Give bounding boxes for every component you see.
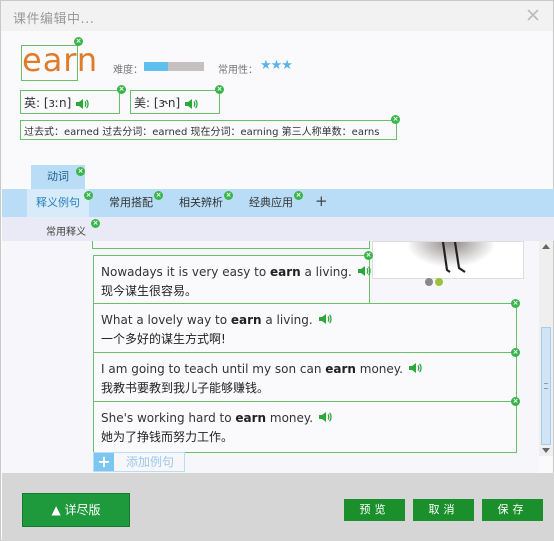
scroll-down-icon[interactable] — [542, 448, 550, 453]
example-item[interactable]: Nowadays it is very easy to earn a livin… — [93, 255, 371, 307]
image-pager[interactable] — [425, 276, 445, 289]
preview-button[interactable]: 预览 — [344, 499, 405, 521]
example-english: Nowadays it is very easy to earn a livin… — [101, 263, 371, 279]
remove-tab-icon[interactable]: × — [84, 191, 93, 200]
tab-common-meaning[interactable]: 常用释义 — [46, 223, 86, 238]
remove-example-icon[interactable]: × — [364, 251, 373, 260]
example-english: She's working hard to earn money. — [101, 409, 509, 425]
plus-icon: + — [94, 453, 114, 471]
dialog-footer: ▲ 详尽版 预览 取消 保存 — [2, 473, 554, 541]
remove-tab-icon[interactable]: × — [224, 191, 233, 200]
vertical-scrollbar[interactable] — [539, 241, 553, 456]
pager-dot-active[interactable] — [435, 278, 443, 286]
add-example-label: 添加例句 — [126, 455, 175, 469]
example-chinese: 一个多好的谋生方式啊! — [101, 332, 226, 346]
remove-subtab-icon[interactable]: × — [91, 219, 100, 228]
cancel-button[interactable]: 取消 — [413, 499, 474, 521]
speaker-icon[interactable] — [317, 409, 333, 425]
example-chinese: 她为了挣钱而努力工作。 — [101, 430, 234, 444]
remove-forms-icon[interactable]: × — [391, 115, 400, 124]
save-button[interactable]: 保存 — [482, 499, 543, 521]
tab-comparisons[interactable]: 相关辨析 — [179, 189, 223, 217]
uk-phonetic-box[interactable]: 英: [ɜːn] — [20, 90, 120, 114]
remove-us-phonetic-icon[interactable]: × — [215, 85, 224, 94]
editor-dialog: 课件编辑中... earn × 难度： 常用性： ★★★ 英: [ɜːn] × … — [0, 0, 554, 541]
pager-dot[interactable] — [425, 278, 433, 286]
difficulty-label: 难度： — [113, 65, 143, 76]
difficulty-fill — [144, 62, 168, 71]
us-phonetic-box[interactable]: 美: [ɝn] — [130, 90, 220, 114]
remove-uk-phonetic-icon[interactable]: × — [117, 85, 126, 94]
word-forms[interactable]: 过去式：earned 过去分词：earned 现在分词：earning 第三人称… — [20, 120, 397, 140]
us-phonetic: 美: [ɝn] — [134, 96, 181, 110]
remove-pos-icon[interactable]: × — [76, 167, 85, 176]
add-tab-icon[interactable]: + — [315, 192, 328, 210]
speaker-icon[interactable] — [407, 360, 423, 376]
title-bar: 课件编辑中... — [1, 1, 553, 31]
tab-definitions-examples[interactable]: 释义例句 — [27, 189, 89, 217]
remove-example-icon[interactable]: × — [511, 348, 520, 357]
illustration-image — [372, 241, 524, 279]
speaker-icon[interactable] — [356, 263, 372, 279]
remove-tab-icon[interactable]: × — [154, 191, 163, 200]
examples-panel: Nowadays it is very easy to earn a livin… — [2, 241, 539, 473]
add-example-button[interactable]: + 添加例句 — [93, 452, 186, 472]
scroll-thumb[interactable] — [541, 327, 551, 445]
example-item[interactable]: What a lovely way to earn a living. 一个多好… — [93, 303, 517, 355]
remove-tab-icon[interactable]: × — [294, 191, 303, 200]
example-english: I am going to teach until my son can ear… — [101, 360, 509, 376]
previous-example-edge — [92, 241, 370, 249]
difficulty-bar — [144, 62, 204, 71]
example-item[interactable]: She's working hard to earn money. 她为了挣钱而… — [93, 401, 517, 453]
speaker-icon[interactable] — [74, 96, 90, 112]
definition-subbar: 常用释义 — [2, 217, 554, 241]
remove-example-icon[interactable]: × — [511, 299, 520, 308]
window-title: 课件编辑中... — [13, 12, 95, 27]
example-chinese: 现今谋生很容易。 — [101, 284, 198, 298]
grip-icon — [544, 383, 548, 389]
scroll-up-icon[interactable] — [542, 244, 550, 249]
headword: earn — [22, 41, 99, 79]
speaker-icon[interactable] — [317, 311, 333, 327]
example-chinese: 我教书要教到我儿子能够赚钱。 — [101, 381, 270, 395]
example-item[interactable]: I am going to teach until my son can ear… — [93, 352, 517, 404]
frequency-stars: ★★★ — [260, 58, 293, 73]
frequency-label: 常用性： — [218, 65, 258, 76]
remove-example-icon[interactable]: × — [511, 397, 520, 406]
speaker-icon[interactable] — [183, 96, 199, 112]
uk-phonetic: 英: [ɜːn] — [24, 96, 72, 110]
tab-collocations[interactable]: 常用搭配 — [109, 189, 153, 217]
detailed-version-button[interactable]: ▲ 详尽版 — [22, 493, 130, 527]
tab-classic-usage[interactable]: 经典应用 — [249, 189, 293, 217]
remove-word-icon[interactable]: × — [74, 37, 83, 46]
example-english: What a lovely way to earn a living. — [101, 311, 509, 327]
close-icon[interactable] — [525, 7, 541, 23]
